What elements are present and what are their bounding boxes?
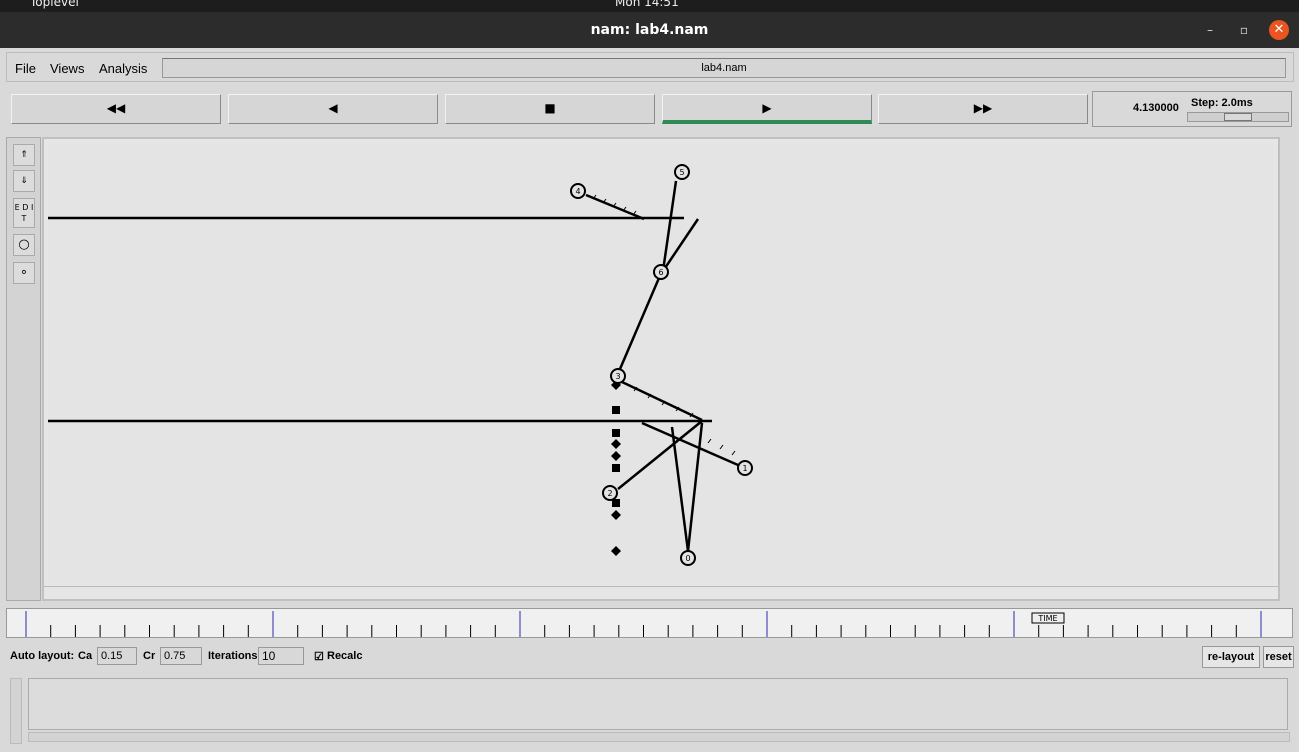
annotation-horizontal-scrollbar[interactable]	[28, 732, 1290, 742]
network-canvas[interactable]: 4 5 6 3 1 2 0	[48, 143, 1274, 583]
tick-mark	[731, 450, 736, 456]
node-6-label: 6	[658, 268, 663, 277]
small-circle-icon[interactable]: ∘	[13, 262, 35, 284]
step-slider[interactable]	[1187, 112, 1289, 122]
maximize-button[interactable]: ▫	[1236, 22, 1252, 38]
os-toplevel-label: Toplevel	[30, 0, 79, 9]
iterations-input[interactable]: 10	[258, 647, 304, 665]
timeline-ticks	[25, 611, 1262, 637]
annotation-text-area[interactable]	[28, 678, 1288, 730]
step-slider-thumb[interactable]	[1224, 113, 1252, 121]
step-label: Step: 2.0ms	[1191, 97, 1253, 109]
os-clock: Mon 14:51	[615, 0, 679, 9]
packet	[611, 439, 621, 449]
recalc-checkbox[interactable]: ☑	[314, 650, 324, 663]
packet	[612, 464, 620, 472]
cr-input[interactable]: 0.75	[160, 647, 202, 665]
packet	[612, 406, 620, 414]
stop-button[interactable]: ■	[445, 94, 655, 124]
current-time: 4.130000	[1133, 102, 1179, 114]
recalc-label: Recalc	[327, 650, 363, 662]
link-3-0	[686, 422, 704, 552]
os-topbar: Toplevel Mon 14:51	[0, 0, 1299, 12]
node-1-label: 1	[742, 464, 747, 473]
node-2-label: 2	[607, 489, 612, 498]
timeline-slider[interactable]: TIME	[6, 608, 1293, 638]
iterations-label: Iterations	[208, 650, 258, 662]
filename-display: lab4.nam	[162, 58, 1286, 78]
packet	[611, 546, 621, 556]
menu-file[interactable]: File	[15, 61, 36, 76]
packet	[611, 451, 621, 461]
node-5-label: 5	[679, 168, 684, 177]
node-3-label: 3	[615, 372, 620, 381]
step-back-button[interactable]: ◀	[228, 94, 438, 124]
timeline-marker[interactable]: TIME	[1031, 612, 1065, 624]
edit-button[interactable]: E D I T	[13, 198, 35, 228]
auto-layout-bar: Auto layout: Ca 0.15 Cr 0.75 Iterations …	[6, 646, 1294, 668]
minimize-button[interactable]: –	[1202, 22, 1218, 38]
canvas-horizontal-scrollbar[interactable]	[44, 586, 1278, 598]
node-3[interactable]: 3	[610, 368, 626, 384]
link-3-0b	[670, 426, 690, 552]
window-title: nam: lab4.nam	[590, 22, 709, 38]
menu-views[interactable]: Views	[50, 61, 84, 76]
large-circle-icon[interactable]: ○	[13, 234, 35, 256]
auto-layout-label: Auto layout:	[10, 650, 75, 662]
tick-mark	[707, 438, 712, 444]
zoom-in-icon[interactable]: ⇑	[13, 144, 35, 166]
rewind-button[interactable]: ◀◀	[11, 94, 221, 124]
network-canvas-frame: 4 5 6 3 1 2 0	[42, 137, 1280, 601]
node-0[interactable]: 0	[680, 550, 696, 566]
time-display: 4.130000 Step: 2.0ms	[1092, 91, 1292, 127]
close-button[interactable]: ✕	[1269, 20, 1289, 40]
fast-forward-button[interactable]: ▶▶	[878, 94, 1088, 124]
link-4-6	[585, 193, 645, 221]
cr-label: Cr	[143, 650, 156, 662]
tool-panel: ⇑ ⇓ E D I T ○ ∘	[6, 137, 41, 601]
play-button[interactable]: ▶	[662, 94, 872, 124]
reset-button[interactable]: reset	[1263, 646, 1294, 668]
annotation-vertical-scrollbar[interactable]	[10, 678, 22, 744]
menu-analysis[interactable]: Analysis	[99, 61, 147, 76]
canvas-vertical-scrollbar[interactable]	[1278, 139, 1292, 585]
tick-mark	[719, 444, 724, 450]
link-6-3	[618, 270, 664, 370]
node-0-label: 0	[685, 554, 690, 563]
node-6[interactable]: 6	[653, 264, 669, 280]
node-5[interactable]: 5	[674, 164, 690, 180]
timeline-marker-label: TIME	[1037, 614, 1057, 623]
node-2[interactable]: 2	[602, 485, 618, 501]
node-4-label: 4	[575, 187, 580, 196]
relayout-button[interactable]: re-layout	[1202, 646, 1260, 668]
node-4[interactable]: 4	[570, 183, 586, 199]
packet	[611, 510, 621, 520]
ca-label: Ca	[78, 650, 93, 662]
node-1[interactable]: 1	[737, 460, 753, 476]
link-3-1	[621, 380, 703, 422]
annotation-panel	[10, 678, 1290, 744]
ca-input[interactable]: 0.15	[97, 647, 137, 665]
link-5-6	[661, 180, 678, 272]
packet	[612, 429, 620, 437]
window-titlebar: nam: lab4.nam – ▫ ✕	[0, 12, 1299, 48]
zoom-out-icon[interactable]: ⇓	[13, 170, 35, 192]
